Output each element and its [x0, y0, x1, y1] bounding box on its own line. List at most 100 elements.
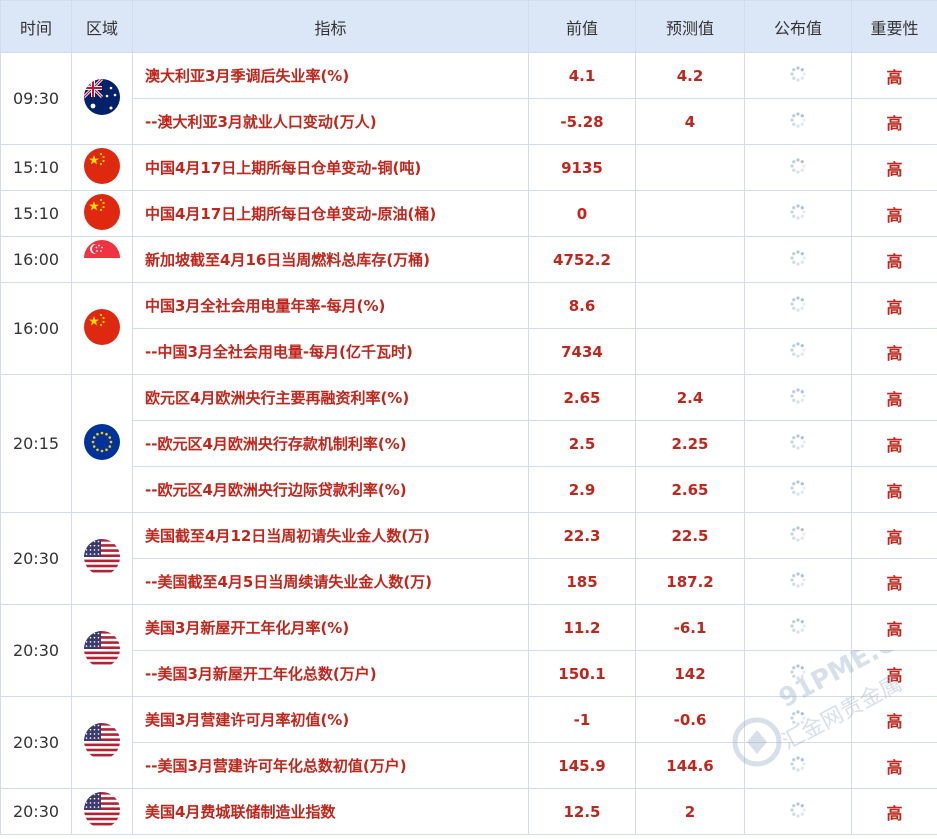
indicator-name[interactable]: --美国截至4月5日当周续请失业金人数(万) [132, 558, 529, 605]
table-row[interactable]: --美国截至4月5日当周续请失业金人数(万) 185 187.2 高 [1, 558, 937, 605]
loading-spinner-icon [788, 110, 808, 134]
header-time: 时间 [0, 0, 72, 53]
region-cell [71, 374, 133, 513]
table-row[interactable]: --美国3月新屋开工年化总数(万户) 150.1 142 高 [1, 650, 937, 697]
previous-value: 7434 [528, 328, 636, 375]
previous-value: 2.65 [528, 374, 636, 421]
forecast-value: 2 [635, 788, 745, 835]
actual-value [744, 144, 852, 191]
importance-level: 高 [851, 788, 937, 835]
indicator-name[interactable]: 美国4月费城联储制造业指数 [132, 788, 529, 835]
table-row[interactable]: --中国3月全社会用电量-每月(亿千瓦时) 7434 高 [1, 328, 937, 375]
header-region: 区域 [71, 0, 133, 53]
actual-value [744, 604, 852, 651]
header-prev: 前值 [528, 0, 636, 53]
table-row[interactable]: 16:00 中国3月全社会用电量年率-每月(%) 8.6 高 [0, 282, 937, 375]
previous-value: 8.6 [528, 282, 636, 329]
forecast-value [635, 328, 745, 375]
loading-spinner-icon [788, 202, 808, 226]
previous-value: 12.5 [528, 788, 636, 835]
importance-level: 高 [851, 512, 937, 559]
importance-level: 高 [851, 742, 937, 789]
indicator-name[interactable]: 欧元区4月欧洲央行主要再融资利率(%) [132, 374, 529, 421]
loading-spinner-icon [788, 156, 808, 180]
actual-value [744, 696, 852, 743]
region-cell [71, 282, 133, 375]
previous-value: 11.2 [528, 604, 636, 651]
table-row[interactable]: --欧元区4月欧洲央行存款机制利率(%) 2.5 2.25 高 [1, 420, 937, 467]
actual-value [744, 742, 852, 789]
china-flag [84, 193, 120, 234]
previous-value: 4.1 [528, 52, 636, 99]
actual-value [744, 98, 852, 145]
table-row[interactable]: 20:30 美国3月营建许可月率初值(%) -1 -0.6 高 [0, 696, 937, 789]
actual-value [744, 282, 852, 329]
event-time: 20:30 [0, 696, 72, 789]
indicator-name[interactable]: --美国3月营建许可年化总数初值(万户) [132, 742, 529, 789]
actual-value [744, 52, 852, 99]
actual-value [744, 558, 852, 605]
usa-flag [84, 538, 120, 579]
indicator-name[interactable]: 澳大利亚3月季调后失业率(%) [132, 52, 529, 99]
header-forecast: 预测值 [635, 0, 745, 53]
event-time: 15:10 [0, 190, 72, 237]
usa-flag [84, 722, 120, 763]
indicator-name[interactable]: --澳大利亚3月就业人口变动(万人) [132, 98, 529, 145]
forecast-value: -6.1 [635, 604, 745, 651]
indicator-name[interactable]: 新加坡截至4月16日当周燃料总库存(万桶) [132, 236, 529, 283]
forecast-value: 2.4 [635, 374, 745, 421]
table-row[interactable]: 15:10 中国4月17日上期所每日仓单变动-原油(桶) 0 高 [0, 190, 937, 237]
forecast-value: 2.25 [635, 420, 745, 467]
indicator-name[interactable]: 美国截至4月12日当周初请失业金人数(万) [132, 512, 529, 559]
table-row[interactable]: --欧元区4月欧洲央行边际贷款利率(%) 2.9 2.65 高 [1, 466, 937, 513]
importance-level: 高 [851, 466, 937, 513]
event-time: 20:30 [0, 788, 72, 835]
table-row[interactable]: 20:15 欧元区4月欧洲央行主要再融资利率(%) 2.65 2.4 高 [0, 374, 937, 513]
importance-level: 高 [851, 420, 937, 467]
indicator-name[interactable]: 中国3月全社会用电量年率-每月(%) [132, 282, 529, 329]
table-row[interactable]: 09:30 澳大利亚3月季调后失业率(%) 4.1 4.2 高 [0, 52, 937, 145]
singapore-flag [84, 239, 120, 280]
previous-value: -5.28 [528, 98, 636, 145]
importance-level: 高 [851, 52, 937, 99]
indicator-name[interactable]: 美国3月新屋开工年化月率(%) [132, 604, 529, 651]
loading-spinner-icon [788, 64, 808, 88]
indicator-name[interactable]: --美国3月新屋开工年化总数(万户) [132, 650, 529, 697]
indicator-name[interactable]: --欧元区4月欧洲央行存款机制利率(%) [132, 420, 529, 467]
indicator-name[interactable]: 美国3月营建许可月率初值(%) [132, 696, 529, 743]
forecast-value: 187.2 [635, 558, 745, 605]
indicator-name[interactable]: --中国3月全社会用电量-每月(亿千瓦时) [132, 328, 529, 375]
indicator-name[interactable]: --欧元区4月欧洲央行边际贷款利率(%) [132, 466, 529, 513]
previous-value: 185 [528, 558, 636, 605]
table-row[interactable]: --澳大利亚3月就业人口变动(万人) -5.28 4 高 [1, 98, 937, 145]
table-row[interactable]: --美国3月营建许可年化总数初值(万户) 145.9 144.6 高 [1, 742, 937, 789]
loading-spinner-icon [788, 432, 808, 456]
actual-value [744, 650, 852, 697]
table-row[interactable]: 16:00 新加坡截至4月16日当周燃料总库存(万桶) 4752.2 高 [0, 236, 937, 283]
importance-level: 高 [851, 558, 937, 605]
region-cell [71, 512, 133, 605]
indicator-name[interactable]: 中国4月17日上期所每日仓单变动-原油(桶) [132, 190, 529, 237]
region-cell [71, 788, 133, 835]
actual-value [744, 190, 852, 237]
importance-level: 高 [851, 282, 937, 329]
previous-value: 2.9 [528, 466, 636, 513]
previous-value: 22.3 [528, 512, 636, 559]
table-row[interactable]: 20:30 美国4月费城联储制造业指数 12.5 2 高 [0, 788, 937, 835]
event-time: 15:10 [0, 144, 72, 191]
economic-calendar-table: 时间 区域 指标 前值 预测值 公布值 重要性 09:30 澳大利亚3月季调后失业… [0, 0, 937, 835]
forecast-value [635, 236, 745, 283]
forecast-value [635, 190, 745, 237]
header-importance: 重要性 [851, 0, 937, 53]
actual-value [744, 466, 852, 513]
usa-flag [84, 791, 120, 832]
importance-level: 高 [851, 374, 937, 421]
indicator-name[interactable]: 中国4月17日上期所每日仓单变动-铜(吨) [132, 144, 529, 191]
importance-level: 高 [851, 236, 937, 283]
previous-value: 4752.2 [528, 236, 636, 283]
table-row[interactable]: 20:30 美国截至4月12日当周初请失业金人数(万) 22.3 22.5 高 [0, 512, 937, 605]
table-row[interactable]: 20:30 美国3月新屋开工年化月率(%) 11.2 -6.1 高 [0, 604, 937, 697]
forecast-value [635, 144, 745, 191]
previous-value: 2.5 [528, 420, 636, 467]
table-row[interactable]: 15:10 中国4月17日上期所每日仓单变动-铜(吨) 9135 高 [0, 144, 937, 191]
